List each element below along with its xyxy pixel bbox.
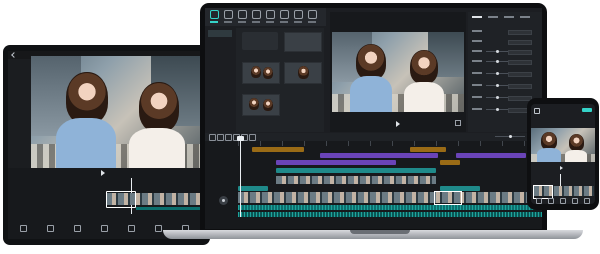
tablet-clip-selected[interactable] xyxy=(106,191,136,208)
tablet-tool-5[interactable] xyxy=(128,225,135,233)
zoom-slider-knob[interactable] xyxy=(509,135,512,138)
media-thumbnail[interactable] xyxy=(284,62,322,84)
timeline-toolbar xyxy=(205,133,542,141)
main-video-track[interactable] xyxy=(238,192,542,203)
tab-animation[interactable] xyxy=(520,16,530,18)
playhead-handle[interactable] xyxy=(237,136,244,141)
phone-tool-3[interactable] xyxy=(560,198,566,204)
fullscreen-icon[interactable] xyxy=(455,120,461,126)
redo-icon[interactable] xyxy=(217,134,224,141)
phone-close-icon[interactable] xyxy=(534,108,540,114)
audio-icon xyxy=(548,198,554,204)
text-clip[interactable] xyxy=(440,160,460,165)
split-icon xyxy=(536,198,542,204)
text-icon xyxy=(237,10,247,19)
phone-tool-4[interactable] xyxy=(572,198,578,204)
phone-tool-1[interactable] xyxy=(536,198,542,204)
effects-icon xyxy=(572,198,578,204)
sticker-icon xyxy=(128,225,135,232)
toolbar-filters[interactable] xyxy=(293,10,303,24)
sticker-clip[interactable] xyxy=(252,147,304,152)
toolbar-adjust[interactable] xyxy=(307,10,317,24)
import-button[interactable] xyxy=(242,32,278,50)
tablet-tool-1[interactable] xyxy=(20,225,27,233)
audio-icon xyxy=(74,225,81,232)
tablet-play-icon[interactable] xyxy=(101,170,105,176)
undo-icon[interactable] xyxy=(209,134,216,141)
audio-icon xyxy=(223,10,233,19)
audio-track[interactable] xyxy=(238,205,542,210)
property-row[interactable] xyxy=(472,50,538,55)
effect-clip[interactable] xyxy=(276,168,436,173)
media-side-nav xyxy=(208,30,232,130)
filter-icon xyxy=(293,10,303,19)
text-clip[interactable] xyxy=(320,153,438,158)
properties-tabs xyxy=(470,14,540,20)
phone-play-icon[interactable] xyxy=(560,166,563,170)
tablet-tool-4[interactable] xyxy=(101,225,108,233)
preview-play-icon[interactable] xyxy=(396,121,400,127)
crop-icon[interactable] xyxy=(249,134,256,141)
edit-icon xyxy=(47,225,54,232)
toolbar-effects[interactable] xyxy=(265,10,275,24)
split-icon[interactable] xyxy=(225,134,232,141)
tablet-tool-2[interactable] xyxy=(47,225,54,233)
property-row[interactable] xyxy=(472,60,538,65)
filter-icon xyxy=(584,198,590,204)
sticker-clip[interactable] xyxy=(238,186,268,191)
sticker-icon xyxy=(251,10,261,19)
media-thumbnail[interactable] xyxy=(242,94,280,116)
phone-export-button[interactable] xyxy=(582,108,592,112)
toolbar-sticker[interactable] xyxy=(251,10,261,24)
text-icon xyxy=(101,225,108,232)
overlay-clip-track[interactable] xyxy=(276,176,436,184)
property-row[interactable] xyxy=(472,84,538,89)
side-item-library[interactable] xyxy=(208,40,232,47)
property-row[interactable] xyxy=(472,30,538,35)
tab-video[interactable] xyxy=(472,16,482,18)
phone-clip-selected[interactable] xyxy=(533,185,553,199)
video-player[interactable] xyxy=(332,32,464,112)
adjust-icon xyxy=(307,10,317,19)
sticker-clip[interactable] xyxy=(410,147,446,152)
tablet-tool-6[interactable] xyxy=(155,225,162,233)
split-icon xyxy=(20,225,27,232)
record-icon[interactable] xyxy=(219,196,228,205)
toolbar-audio[interactable] xyxy=(223,10,233,24)
media-icon xyxy=(209,10,219,19)
selected-clip-outline[interactable] xyxy=(434,191,462,205)
text-clip[interactable] xyxy=(456,153,526,158)
timeline-ruler[interactable] xyxy=(238,141,542,146)
property-row[interactable] xyxy=(472,40,538,45)
text-clip[interactable] xyxy=(276,160,396,165)
zoom-slider[interactable] xyxy=(495,135,525,138)
phone-video-preview[interactable] xyxy=(531,128,595,162)
phone-tool-5[interactable] xyxy=(584,198,590,204)
toolbar-transitions[interactable] xyxy=(279,10,289,24)
tab-audio[interactable] xyxy=(488,16,498,18)
property-row[interactable] xyxy=(472,72,538,77)
tablet-video-preview[interactable] xyxy=(31,56,204,168)
tablet-audio-track[interactable] xyxy=(136,207,202,210)
media-thumbnail[interactable] xyxy=(284,32,322,52)
laptop-notch xyxy=(350,230,410,234)
media-thumbnail[interactable] xyxy=(242,62,280,84)
back-icon[interactable] xyxy=(11,52,17,58)
media-panel xyxy=(236,28,324,132)
toolbar-text[interactable] xyxy=(237,10,247,24)
toolbar-media[interactable] xyxy=(209,10,219,24)
tablet-tool-3[interactable] xyxy=(74,225,81,233)
effects-icon xyxy=(265,10,275,19)
tab-speed[interactable] xyxy=(504,16,514,18)
phone-tool-2[interactable] xyxy=(548,198,554,204)
transition-icon xyxy=(279,10,289,19)
text-icon xyxy=(560,198,566,204)
media-toolbar xyxy=(205,8,326,26)
effects-icon xyxy=(155,225,162,232)
timeline-playhead[interactable] xyxy=(240,137,241,217)
audio-track[interactable] xyxy=(238,212,542,217)
side-item-local[interactable] xyxy=(208,30,232,37)
